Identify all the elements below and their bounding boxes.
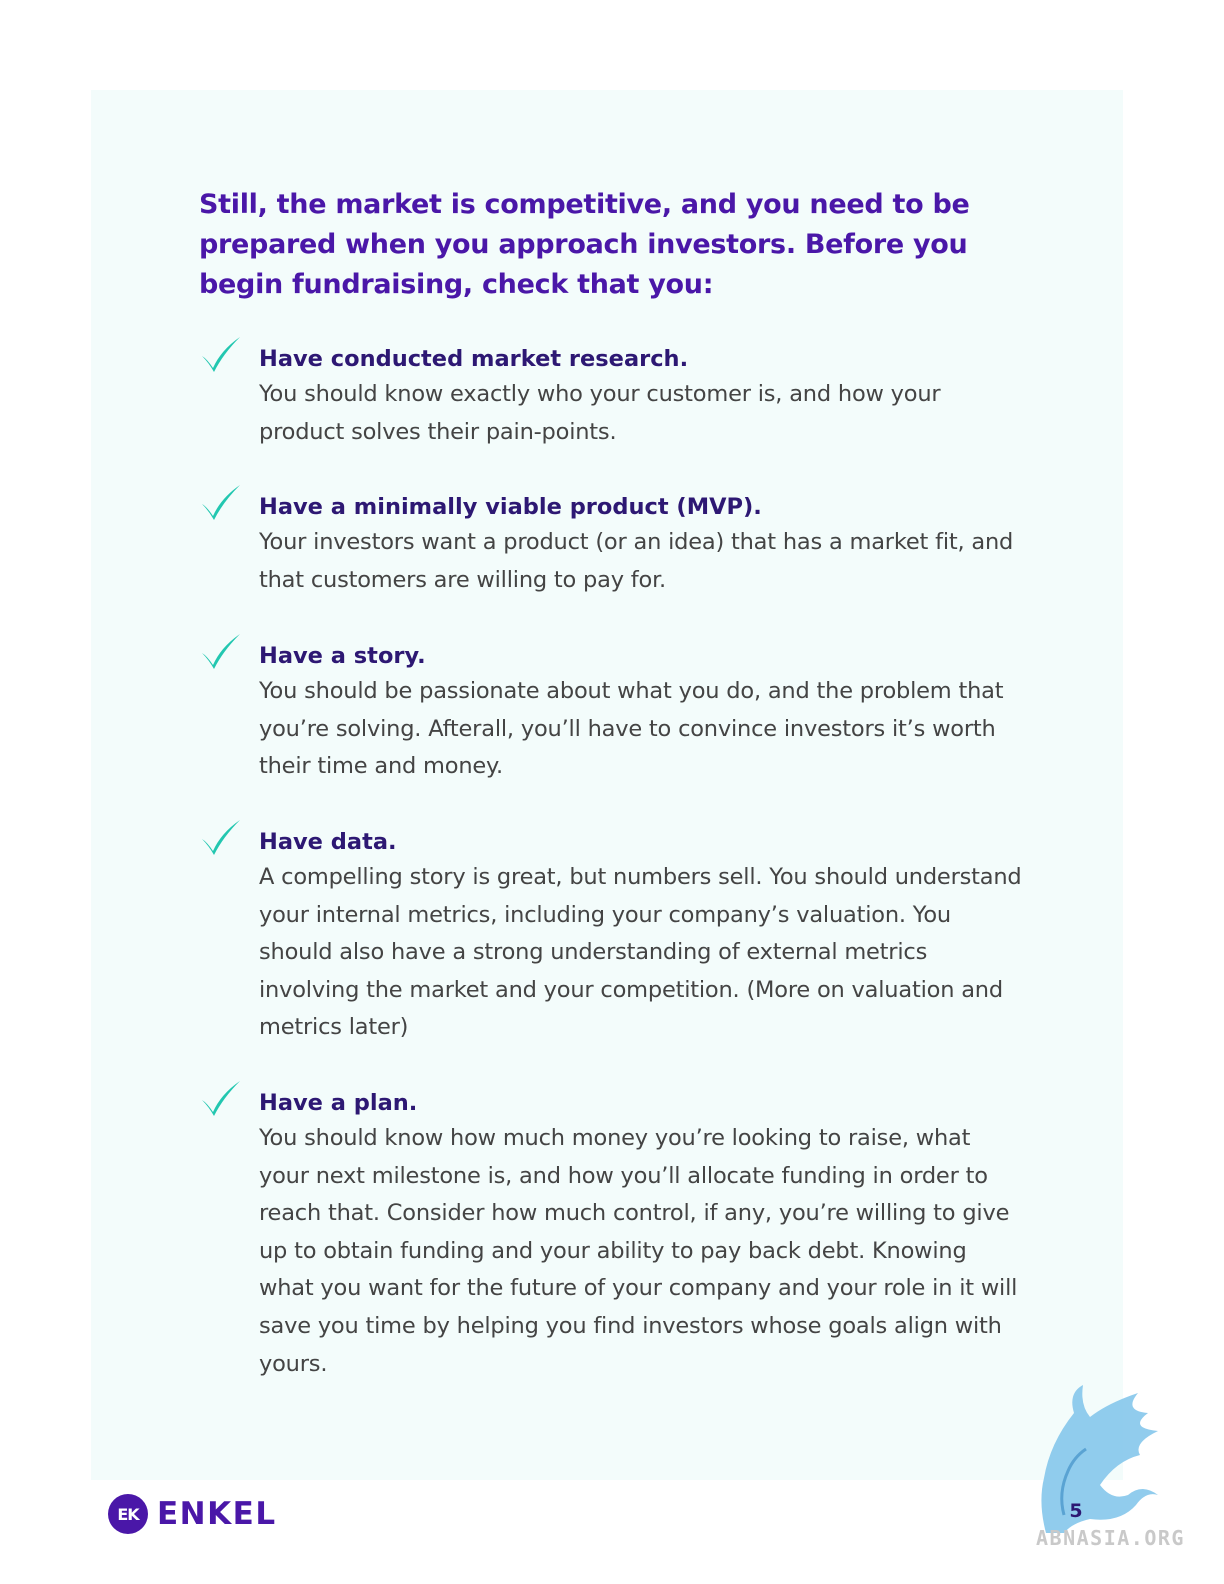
page-number: 5 [1069, 1500, 1083, 1522]
checklist-item-body: You should know how much money you’re lo… [259, 1125, 1018, 1377]
griffin-logo-icon [1041, 1385, 1158, 1533]
check-icon [202, 485, 240, 520]
check-icon [202, 634, 240, 669]
checklist-item-body: You should know exactly who your custome… [259, 381, 941, 445]
enkel-logo: EK ENKEL [108, 1493, 277, 1535]
checklist-item-title: Have a story. [259, 643, 426, 669]
intro-heading: Still, the market is competitive, and yo… [199, 189, 970, 300]
checklist-item-title: Have conducted market research. [259, 346, 689, 372]
checklist-item-body: A compelling story is great, but numbers… [259, 864, 1022, 1041]
checklist-item-body: You should be passionate about what you … [259, 678, 1004, 780]
watermark-text: ABNASIA.ORG [1036, 1526, 1185, 1550]
check-icon [202, 337, 240, 372]
check-icon [202, 820, 240, 855]
checklist-item-title: Have a plan. [259, 1090, 418, 1116]
enkel-logo-mark: EK [108, 1494, 148, 1534]
checklist-item-title: Have data. [259, 829, 397, 855]
check-icon [202, 1081, 240, 1116]
checklist-item-title: Have a minimally viable product (MVP). [259, 494, 762, 520]
enkel-logo-text: ENKEL [157, 1496, 277, 1532]
checklist-item-body: Your investors want a product (or an ide… [259, 529, 1014, 593]
